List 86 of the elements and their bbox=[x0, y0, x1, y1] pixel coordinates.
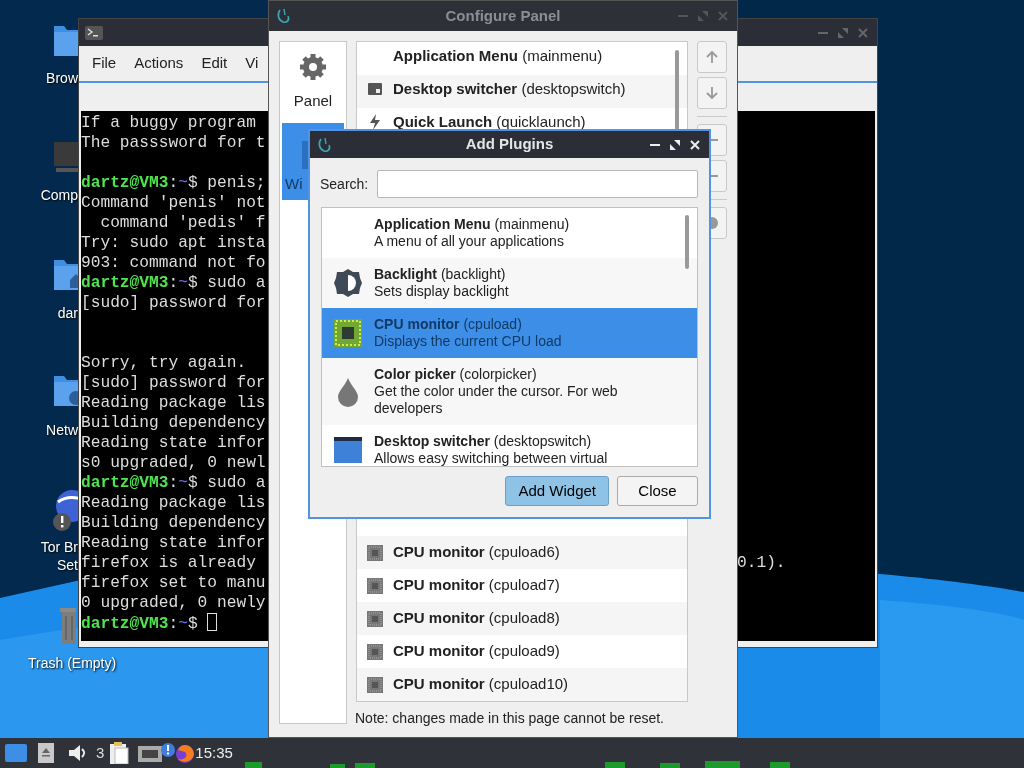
terminal-line: [sudo] password for bbox=[81, 294, 266, 312]
volume-level: 3 bbox=[96, 742, 105, 763]
terminal-line: Reading package lis bbox=[81, 394, 266, 412]
terminal-line: firefox set to manu bbox=[81, 574, 266, 592]
search-field[interactable] bbox=[377, 170, 698, 198]
maximize-icon[interactable] bbox=[669, 138, 681, 151]
eject-icon[interactable] bbox=[38, 743, 54, 763]
plugin-item[interactable]: Desktop switcher (desktopswitch) Allows easy switching between virtual bbox=[322, 425, 697, 466]
terminal-line: Reading state infor bbox=[81, 534, 266, 552]
clipboard-icon[interactable] bbox=[109, 742, 130, 764]
plugin-name: Desktop switcher (desktopswitch) bbox=[374, 433, 593, 450]
icon-label[interactable]: dar bbox=[57, 303, 78, 324]
terminal-line: dartz@VM3:~$ penis; bbox=[81, 174, 266, 192]
plugin-description: Sets display backlight bbox=[374, 283, 510, 300]
plugin-name[interactable]: Quick Launch (quicklaunch) bbox=[393, 110, 586, 134]
note-text: Note: changes made in this page cannot be reset. bbox=[355, 709, 665, 728]
chip-icon bbox=[367, 676, 383, 693]
arrow-down-icon bbox=[705, 86, 719, 100]
clock[interactable]: 15:35 bbox=[195, 741, 233, 765]
menu-item[interactable]: Vi bbox=[236, 52, 268, 75]
window-icon bbox=[368, 83, 382, 95]
chip-icon bbox=[367, 610, 383, 627]
add-widget-button[interactable]: Add Widget bbox=[505, 476, 609, 506]
window-title: Configure Panel bbox=[445, 5, 561, 26]
plugin-name[interactable]: CPU monitor (cpuload7) bbox=[393, 574, 560, 597]
terminal-line: s0 upgraded, 0 newl bbox=[81, 454, 266, 472]
scrollbar-thumb[interactable] bbox=[675, 50, 679, 130]
sidebar-tab[interactable]: Panel bbox=[280, 42, 346, 123]
terminal-line: Try: sudo apt insta bbox=[81, 234, 266, 252]
icon-label[interactable]: Tor Br bbox=[40, 537, 78, 558]
terminal-line: If a buggy program bbox=[81, 114, 256, 132]
plugin-item[interactable]: Application Menu (mainmenu) A menu of all your applications bbox=[322, 208, 697, 258]
terminal-line: Building dependency bbox=[81, 414, 266, 432]
plugin-description: Allows easy switching between virtual bbox=[374, 450, 609, 466]
terminal-line: dartz@VM3:~$ sudo a bbox=[81, 474, 266, 492]
terminal-line: Sorry, try again. bbox=[81, 354, 247, 372]
terminal-line: command 'pedis' f bbox=[99, 214, 266, 232]
plugin-item[interactable]: Backlight (backlight) Sets display backlight bbox=[322, 258, 697, 308]
terminal-line: 0 upgraded, 0 newly bbox=[81, 594, 266, 612]
icon-label[interactable]: Comp bbox=[40, 185, 78, 206]
plugin-description: Displays the current CPU load bbox=[374, 333, 563, 350]
plugin-name[interactable]: CPU monitor (cpuload9) bbox=[393, 640, 560, 663]
terminal-line: 0.1). bbox=[737, 553, 786, 573]
terminal-line: Building dependency bbox=[81, 514, 266, 532]
terminal-line: dartz@VM3:~$ bbox=[81, 615, 199, 633]
arrow-up-icon bbox=[705, 50, 719, 64]
window-title: Add Plugins bbox=[465, 134, 554, 155]
volume-icon[interactable] bbox=[68, 744, 88, 762]
terminal-line: Reading package lis bbox=[81, 494, 266, 512]
plugin-item[interactable]: Color picker (colorpicker) Get the color under the cursor. For web developers bbox=[322, 358, 697, 425]
firefox-icon[interactable] bbox=[175, 742, 196, 764]
icon-label[interactable]: Netw bbox=[46, 420, 78, 441]
plugin-name: Application Menu (mainmenu) bbox=[374, 216, 571, 233]
menu-item[interactable]: Actions bbox=[125, 52, 193, 75]
plugin-name: Color picker (colorpicker) bbox=[374, 366, 538, 383]
terminal-line: firefox is already bbox=[81, 554, 256, 572]
terminal-line: dartz@VM3:~$ sudo a bbox=[81, 274, 266, 292]
start-menu-icon[interactable] bbox=[5, 744, 27, 762]
icon-label[interactable]: Brow bbox=[46, 68, 78, 89]
drop-icon bbox=[337, 376, 359, 407]
plugin-name: CPU monitor (cpuload) bbox=[374, 316, 523, 333]
search-label: Search: bbox=[320, 174, 370, 194]
terminal-line: [sudo] password for bbox=[81, 374, 266, 392]
terminal-line: The passsword for t bbox=[81, 134, 266, 152]
plugin-name: Backlight (backlight) bbox=[374, 266, 507, 283]
chip-icon bbox=[367, 577, 383, 594]
window-icon bbox=[334, 437, 362, 463]
lightning-icon bbox=[369, 114, 381, 130]
menu-item[interactable]: File bbox=[83, 52, 126, 75]
chip-icon bbox=[367, 544, 383, 561]
icon-label[interactable]: Set bbox=[57, 555, 78, 576]
plugin-description: A menu of all your applications bbox=[374, 233, 565, 250]
plugin-description: Get the color under the cursor. For web developers bbox=[374, 383, 619, 417]
network-icon[interactable] bbox=[137, 742, 178, 764]
terminal-icon bbox=[85, 25, 103, 40]
chip-icon bbox=[367, 643, 383, 660]
close-button[interactable]: Close bbox=[617, 476, 698, 506]
scrollbar-thumb[interactable] bbox=[685, 215, 689, 269]
terminal-line: 903: command not fo bbox=[81, 254, 266, 272]
terminal-line: Reading state infor bbox=[81, 434, 266, 452]
chip-icon bbox=[334, 319, 362, 347]
plugin-name[interactable]: Application Menu (mainmenu) bbox=[393, 44, 603, 68]
terminal-line: Command 'penis' not bbox=[81, 194, 266, 212]
menu-item[interactable]: Edit bbox=[192, 52, 237, 75]
backlight-icon bbox=[333, 268, 363, 298]
gear-icon bbox=[298, 52, 328, 82]
